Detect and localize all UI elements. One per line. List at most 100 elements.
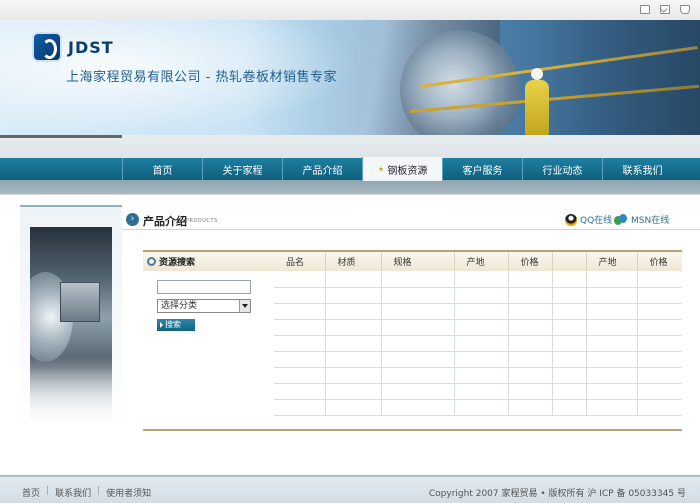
table-cell xyxy=(454,399,509,416)
table-row xyxy=(274,271,682,288)
nav-label: 客户服务 xyxy=(462,165,503,177)
column-header: 产地 xyxy=(586,252,638,271)
table-cell xyxy=(552,271,587,288)
resource-table: 品名 材质 规格 产地 价格 产地 价格 xyxy=(274,250,682,431)
table-cell xyxy=(586,335,638,352)
table-cell xyxy=(381,271,455,288)
chevron-down-icon[interactable] xyxy=(239,300,250,312)
search-button[interactable]: 搜索 xyxy=(157,319,195,331)
table-cell xyxy=(454,287,509,304)
sidebar-factory-photo xyxy=(30,227,112,427)
keyword-input[interactable] xyxy=(157,280,251,294)
table-cell xyxy=(552,335,587,352)
table-cell xyxy=(274,335,326,352)
footer-separator: | xyxy=(46,486,50,496)
table-cell xyxy=(325,303,382,320)
qq-online-link[interactable]: QQ在线 xyxy=(565,213,612,226)
table-cell xyxy=(508,367,553,384)
footer-link-terms[interactable]: 使用者须知 xyxy=(106,486,151,499)
footer-link-contact[interactable]: 联系我们 xyxy=(55,486,91,499)
table-cell xyxy=(508,335,553,352)
top-utility-bar xyxy=(0,0,700,20)
mail-icon[interactable] xyxy=(660,5,670,14)
table-row xyxy=(274,351,682,368)
star-icon: ✦ xyxy=(377,164,385,174)
table-cell xyxy=(325,287,382,304)
table-cell xyxy=(274,351,326,368)
table-cell xyxy=(637,383,682,400)
table-cell xyxy=(274,271,326,288)
search-panel-header: 资源搜索 xyxy=(143,252,274,271)
column-header xyxy=(552,252,587,271)
nav-label: 关于家程 xyxy=(222,165,263,177)
table-cell xyxy=(381,319,455,336)
nav-item-industry-news[interactable]: 行业动态 xyxy=(522,158,602,180)
table-cell xyxy=(586,303,638,320)
table-cell xyxy=(552,319,587,336)
table-cell xyxy=(637,319,682,336)
category-select[interactable]: 选择分类 xyxy=(157,299,251,313)
table-cell xyxy=(381,335,455,352)
nav-item-products[interactable]: 产品介绍 xyxy=(282,158,362,180)
column-header: 规格 xyxy=(381,252,455,271)
table-cell xyxy=(637,271,682,288)
footer-link-home[interactable]: 首页 xyxy=(22,486,40,499)
nav-label: 产品介绍 xyxy=(302,165,343,177)
table-cell xyxy=(586,271,638,288)
column-header: 价格 xyxy=(508,252,553,271)
column-header: 价格 xyxy=(637,252,682,271)
section-subtitle: PRODUCTS xyxy=(186,218,218,224)
table-cell xyxy=(381,399,455,416)
qq-label: QQ在线 xyxy=(580,216,613,226)
table-cell xyxy=(274,319,326,336)
table-cell xyxy=(508,287,553,304)
table-cell xyxy=(454,335,509,352)
nav-item-steel-resources[interactable]: ✦ 钢板资源 xyxy=(362,157,442,181)
table-cell xyxy=(325,351,382,368)
table-cell xyxy=(274,383,326,400)
table-cell xyxy=(508,271,553,288)
nav-item-home[interactable]: 首页 xyxy=(122,158,202,180)
table-cell xyxy=(586,367,638,384)
nav-item-contact[interactable]: 联系我们 xyxy=(602,158,682,180)
nav-item-customer-service[interactable]: 客户服务 xyxy=(442,158,522,180)
table-cell xyxy=(325,271,382,288)
table-cell xyxy=(325,383,382,400)
table-cell xyxy=(552,367,587,384)
table-cell xyxy=(381,383,455,400)
table-cell xyxy=(325,367,382,384)
table-cell xyxy=(508,303,553,320)
table-row xyxy=(274,367,682,384)
favorite-icon[interactable] xyxy=(680,5,690,14)
search-panel-title: 资源搜索 xyxy=(159,258,196,268)
msn-online-link[interactable]: MSN在线 xyxy=(614,213,669,226)
table-cell xyxy=(552,383,587,400)
footer-separator: | xyxy=(97,486,101,496)
banner-shade xyxy=(540,20,700,135)
brand-name: JDST xyxy=(68,38,114,57)
main-nav-wrap: 首页 关于家程 产品介绍 ✦ 钢板资源 客户服务 行业动态 联系我们 xyxy=(0,135,700,195)
table-row xyxy=(274,383,682,400)
home-icon[interactable] xyxy=(640,5,650,14)
table-cell xyxy=(637,399,682,416)
table-cell xyxy=(637,367,682,384)
table-cell xyxy=(274,287,326,304)
table-cell xyxy=(508,399,553,416)
section-header: › 产品介绍 PRODUCTS QQ在线 MSN在线 xyxy=(122,211,700,230)
column-header: 产地 xyxy=(454,252,509,271)
table-cell xyxy=(586,383,638,400)
qq-icon xyxy=(565,213,577,226)
column-header: 品名 xyxy=(274,252,326,271)
arrow-right-icon: › xyxy=(126,213,139,226)
nav-label: 联系我们 xyxy=(622,165,663,177)
table-cell xyxy=(586,351,638,368)
table-cell xyxy=(381,303,455,320)
table-cell xyxy=(381,367,455,384)
nav-item-about[interactable]: 关于家程 xyxy=(202,158,282,180)
logo-icon[interactable] xyxy=(32,32,62,62)
msn-label: MSN在线 xyxy=(631,216,670,226)
footer: 首页 | 联系我们 | 使用者须知 Copyright 2007 家程贸易 • … xyxy=(0,475,700,503)
banner-coil-image xyxy=(400,30,520,135)
table-cell xyxy=(586,287,638,304)
table-cell xyxy=(586,319,638,336)
